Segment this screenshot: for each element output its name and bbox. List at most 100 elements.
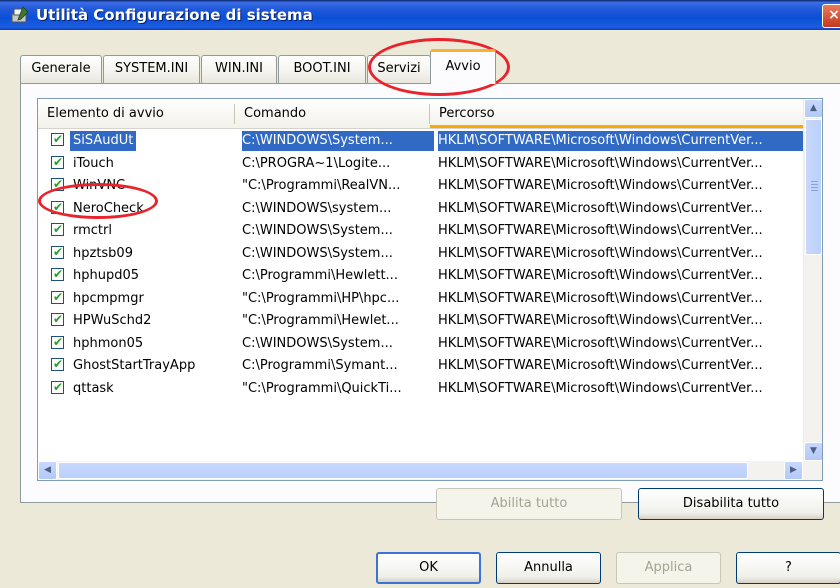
apply-button[interactable]: Applica [616,552,721,584]
list-row[interactable]: ✔ hphmon05 C:\WINDOWS\System... HKLM\SOFTWA… [38,332,803,355]
startup-item-path: HKLM\SOFTWARE\Microsoft\Windows\CurrentV… [438,290,763,306]
list-row[interactable]: ✔ rmctrl C:\WINDOWS\System... HKLM\SOFTWARE… [38,219,803,242]
startup-item-path: HKLM\SOFTWARE\Microsoft\Windows\CurrentV… [438,155,763,171]
checkmark-icon: ✔ [53,267,64,281]
list-row[interactable]: ✔ hpztsb09 C:\WINDOWS\System... HKLM\SOFTWA… [38,242,803,265]
startup-item-command: "C:\Programmi\QuickTi... [242,380,402,396]
startup-item-command: C:\WINDOWS\System... [242,131,434,151]
startup-item-command: C:\Programmi\Hewlett... [242,268,398,283]
startup-item-checkbox[interactable]: ✔ [51,289,64,304]
startup-item-command: C:\WINDOWS\system... [242,200,392,216]
startup-item-path: HKLM\SOFTWARE\Microsoft\Windows\CurrentV… [438,178,763,193]
vertical-scrollbar[interactable]: ▲ ▼ [803,99,822,461]
checkmark-icon: ✔ [53,289,64,304]
grip-line [811,184,818,185]
vertical-scroll-thumb[interactable] [805,119,822,255]
grip-line [811,190,818,191]
checkmark-icon: ✔ [53,177,64,191]
disable-all-button[interactable]: Disabilita tutto [638,488,824,520]
tab-avvio[interactable]: Avvio [430,49,496,84]
startup-item-checkbox[interactable]: ✔ [51,177,64,191]
startup-item-name: HPWuSchd2 [73,313,152,328]
msconfig-app-icon [11,6,29,23]
startup-item-path: HKLM\SOFTWARE\Microsoft\Windows\CurrentV… [438,245,763,261]
checkmark-icon: ✔ [53,199,64,214]
column-header-path[interactable]: Percorso [430,99,803,128]
list-row[interactable]: ✔ iTouch C:\PROGRA~1\Logite... HKLM\SOFTWAR… [38,152,803,175]
startup-item-checkbox[interactable]: ✔ [51,154,64,169]
cancel-button[interactable]: Annulla [496,552,601,584]
startup-item-path: HKLM\SOFTWARE\Microsoft\Windows\CurrentV… [438,131,803,151]
startup-item-checkbox[interactable]: ✔ [51,335,64,349]
startup-item-checkbox[interactable]: ✔ [51,357,64,371]
enable-all-button[interactable]: Abilita tutto [436,488,622,520]
startup-item-path: HKLM\SOFTWARE\Microsoft\Windows\CurrentV… [438,223,763,238]
startup-item-checkbox[interactable]: ✔ [51,199,64,214]
checkmark-icon: ✔ [53,244,64,259]
startup-item-name: qttask [73,380,114,396]
column-header-command[interactable]: Comando [235,99,429,128]
startup-item-checkbox[interactable]: ✔ [51,267,64,281]
list-row[interactable]: ✔ GhostStartTrayApp C:\Programmi\Symant...… [38,354,803,377]
ok-button[interactable]: OK [376,552,481,584]
startup-item-command: C:\WINDOWS\System... [242,335,393,351]
tab-generale[interactable]: Generale [20,55,102,83]
startup-item-path: HKLM\SOFTWARE\Microsoft\Windows\CurrentV… [438,380,763,396]
startup-item-name: hpztsb09 [73,245,133,261]
list-header: Elemento di avvio Comando Percorso [38,99,803,129]
startup-item-name: iTouch [73,155,114,171]
tab-system-ini[interactable]: SYSTEM.INI [103,55,200,83]
list-row[interactable]: ✔ SiSAudUt C:\WINDOWS\System... HKLM\SOFTWA… [38,129,803,152]
help-button[interactable]: ? [736,552,840,584]
startup-item-path: HKLM\SOFTWARE\Microsoft\Windows\CurrentV… [438,358,763,373]
startup-item-checkbox[interactable]: ✔ [51,244,64,259]
startup-item-name: hpcmpmgr [73,290,144,306]
scroll-right-arrow-icon[interactable]: ▶ [784,461,803,480]
tab-boot-ini[interactable]: BOOT.INI [278,55,366,83]
startup-item-name: hphupd05 [73,268,140,283]
startup-item-name: NeroCheck [73,200,144,216]
checkmark-icon: ✔ [53,132,64,146]
startup-item-name: rmctrl [73,223,112,238]
list-row[interactable]: ✔ NeroCheck C:\WINDOWS\system... HKLM\SOFTW… [38,197,803,220]
startup-item-command: C:\WINDOWS\System... [242,245,393,261]
horizontal-scrollbar[interactable]: ◀ ▶ [38,461,822,480]
close-button[interactable]: × [822,4,840,28]
startup-item-command: C:\Programmi\Symant... [242,358,398,373]
column-header-startup-item[interactable]: Elemento di avvio [38,99,234,128]
list-row[interactable]: ✔ hphupd05 C:\Programmi\Hewlett... HKLM\SOF… [38,264,803,287]
checkmark-icon: ✔ [53,154,64,169]
startup-item-checkbox[interactable]: ✔ [51,379,64,394]
checkmark-icon: ✔ [53,312,64,326]
startup-item-checkbox[interactable]: ✔ [51,132,64,146]
msconfig-window: Utilità Configurazione di sistema × Gene… [0,0,840,588]
startup-item-name: GhostStartTrayApp [73,358,196,373]
startup-item-name: WinVNC [73,178,126,193]
startup-item-path: HKLM\SOFTWARE\Microsoft\Windows\CurrentV… [438,268,763,283]
scroll-down-arrow-icon[interactable]: ▼ [804,442,822,461]
startup-item-checkbox[interactable]: ✔ [51,222,64,236]
startup-items-list[interactable]: Elemento di avvio Comando Percorso ✔ SiSA… [37,98,823,481]
list-row[interactable]: ✔ WinVNC "C:\Programmi\RealVN... HKLM\SOFTW… [38,174,803,197]
scroll-up-arrow-icon[interactable]: ▲ [804,99,822,118]
startup-item-path: HKLM\SOFTWARE\Microsoft\Windows\CurrentV… [438,335,763,351]
list-row[interactable]: ✔ HPWuSchd2 "C:\Programmi\Hewlet... HKLM\SO… [38,309,803,332]
startup-item-checkbox[interactable]: ✔ [51,312,64,326]
startup-item-command: C:\WINDOWS\System... [242,223,393,238]
list-row[interactable]: ✔ hpcmpmgr "C:\Programmi\HP\hpc... HKLM\SOF… [38,287,803,310]
checkmark-icon: ✔ [53,379,64,394]
tab-win-ini[interactable]: WIN.INI [201,55,277,83]
startup-item-command: "C:\Programmi\Hewlet... [242,313,399,328]
startup-item-command: "C:\Programmi\HP\hpc... [242,290,400,306]
startup-item-path: HKLM\SOFTWARE\Microsoft\Windows\CurrentV… [438,200,763,216]
title-bar[interactable]: Utilità Configurazione di sistema × [0,0,840,30]
startup-item-name: hphmon05 [73,335,144,351]
tab-servizi[interactable]: Servizi [367,55,431,83]
horizontal-scroll-thumb[interactable] [58,462,748,479]
checkmark-icon: ✔ [53,357,64,371]
scroll-left-arrow-icon[interactable]: ◀ [38,461,57,480]
grip-line [811,187,818,188]
grip-line [811,181,818,182]
checkmark-icon: ✔ [53,222,64,236]
list-row[interactable]: ✔ qttask "C:\Programmi\QuickTi... HKLM\SOFT… [38,377,803,400]
